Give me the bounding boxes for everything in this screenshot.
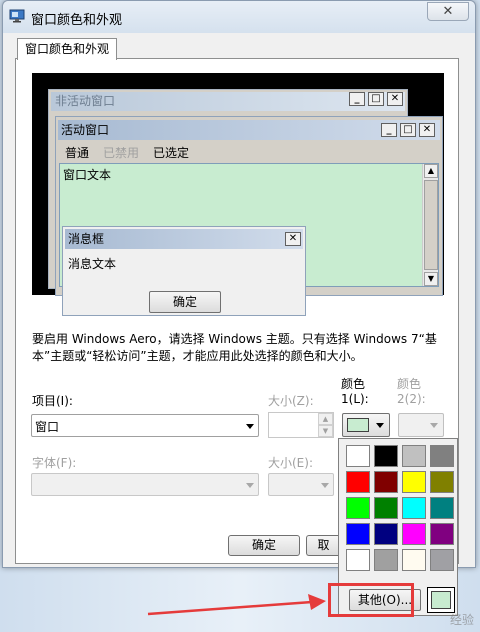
annotation-arrow [147,594,326,616]
tab-window-color[interactable]: 窗口颜色和外观 [17,38,117,60]
watermark-text: 经验 [449,613,474,627]
